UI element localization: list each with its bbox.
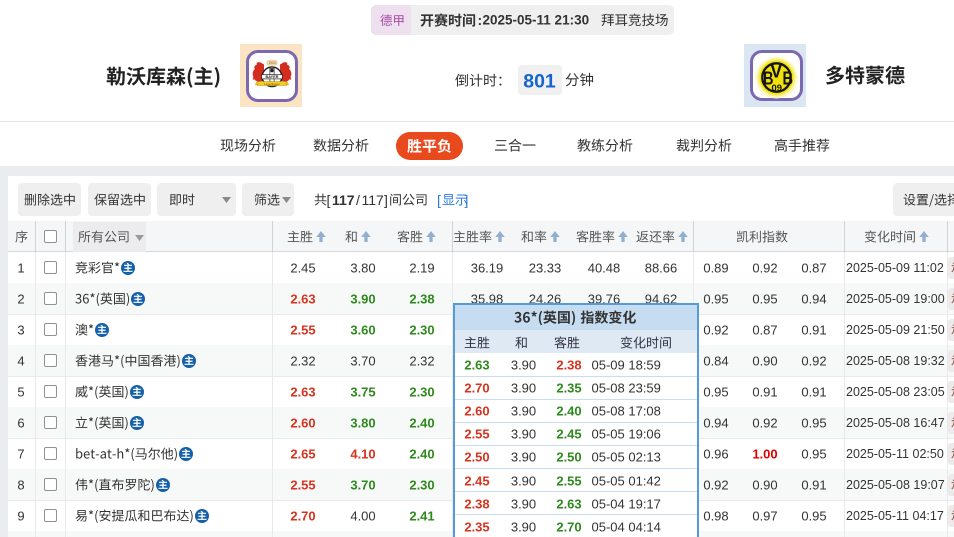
svg-text:V: V [770,61,782,82]
svg-text:B: B [783,69,794,89]
svg-text:Leverkusen: Leverkusen [264,82,280,86]
svg-text:BAYER: BAYER [265,75,278,79]
svg-text:09: 09 [772,83,783,94]
svg-text:1904: 1904 [268,61,276,65]
